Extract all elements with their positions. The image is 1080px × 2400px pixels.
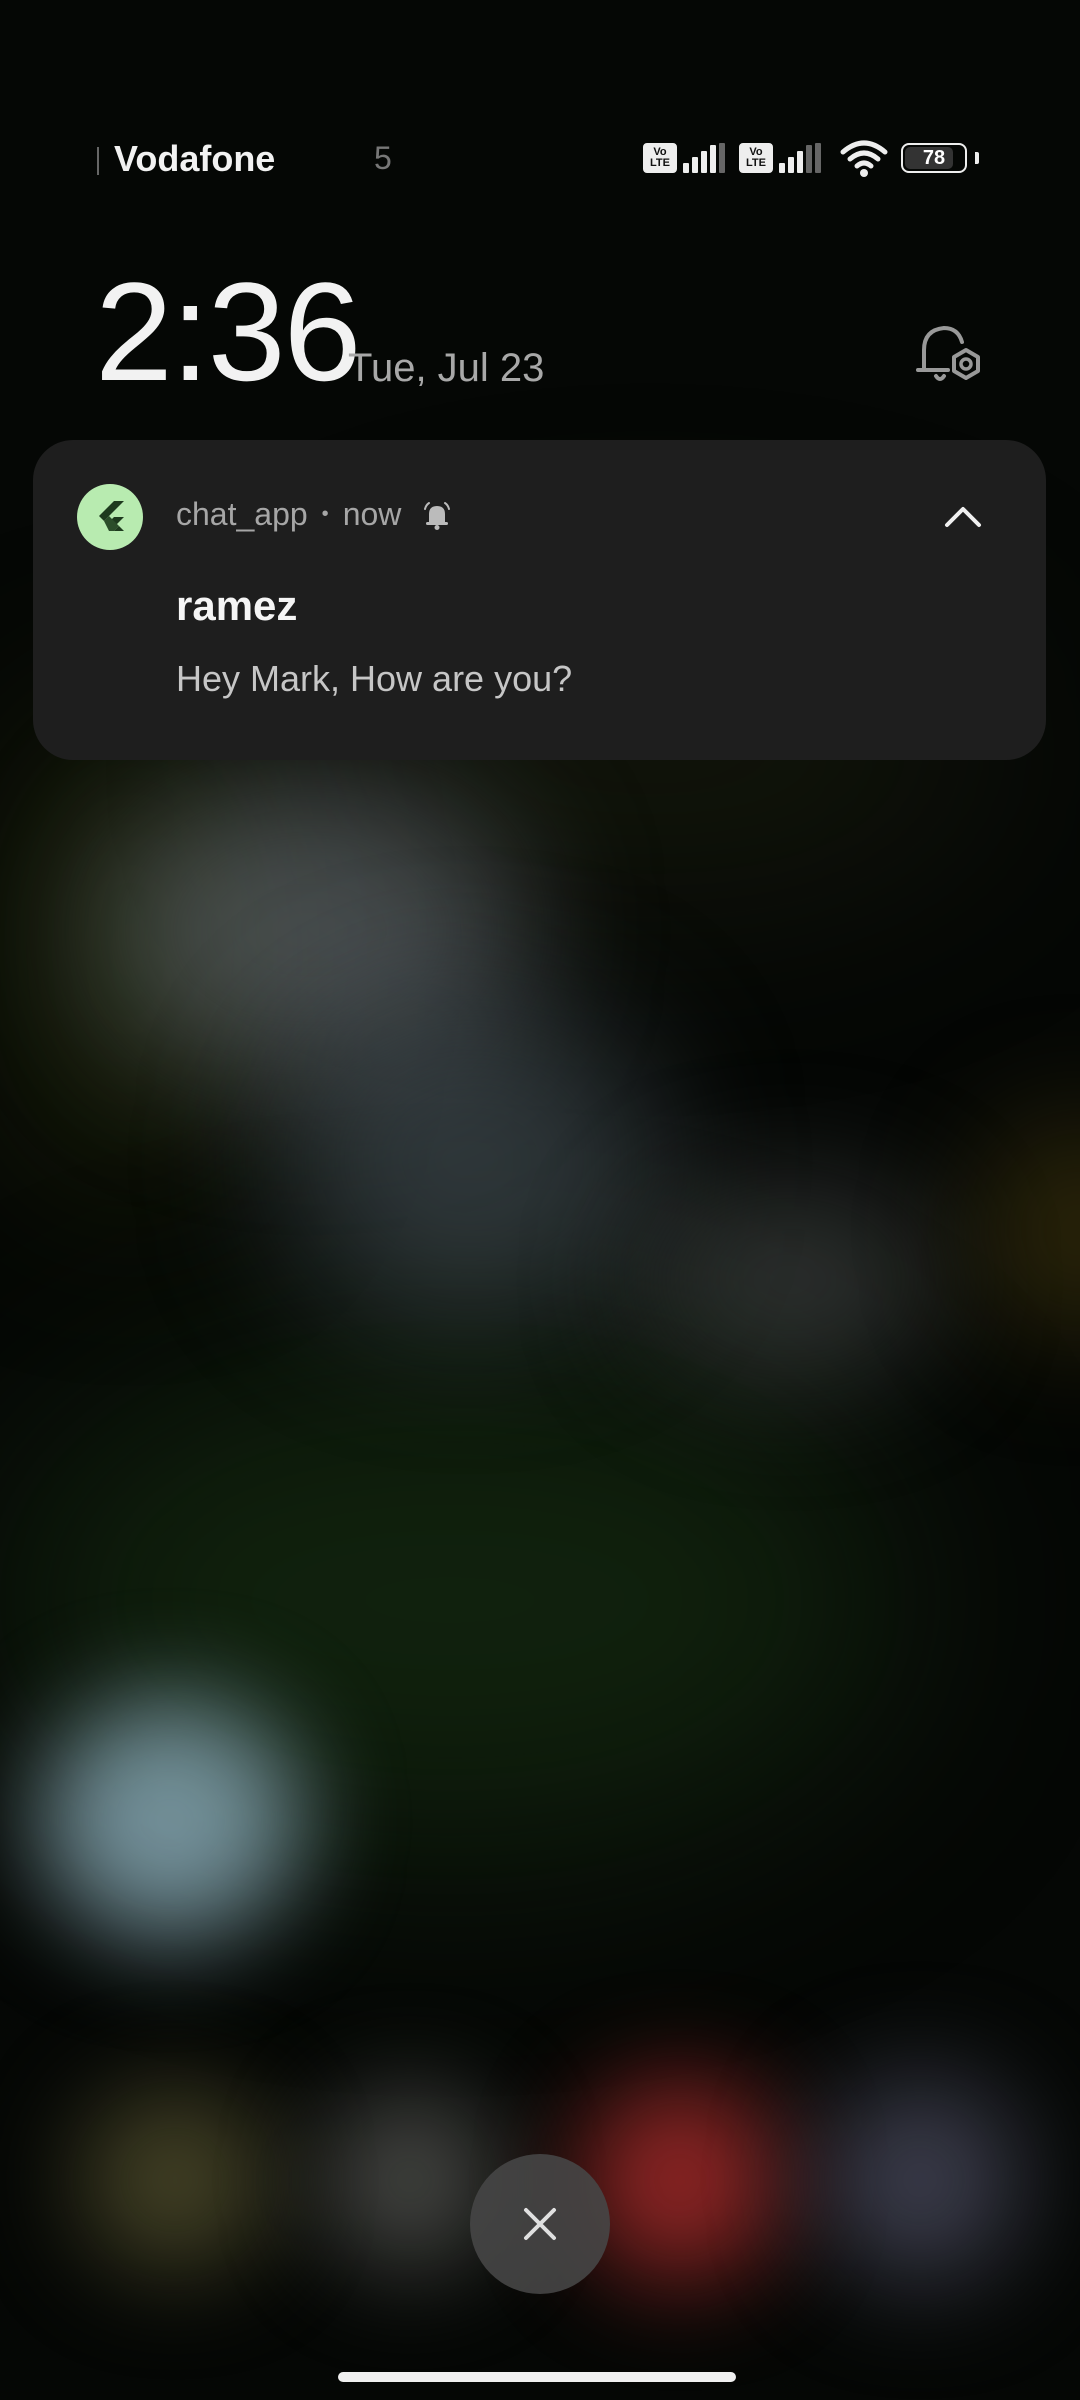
lock-date: Tue, Jul 23 (348, 346, 545, 390)
signal-icon (779, 143, 821, 173)
battery-level: 78 (922, 146, 946, 169)
notification-meta: chat_app • now (176, 496, 453, 533)
volte-icon: Vo LTE (739, 143, 773, 173)
notification-message: Hey Mark, How are you? (176, 658, 573, 699)
wallpaper-blur (980, 1120, 1080, 1340)
status-icons: Vo LTE Vo LTE 78 (643, 140, 979, 177)
carrier-name: Vodafone (114, 138, 276, 179)
app-name: chat_app (176, 496, 308, 532)
collapse-button[interactable] (933, 486, 993, 546)
flutter-icon (77, 484, 143, 550)
lock-screen: Vodafone 5 Vo LTE Vo LTE 78 2:36 Tue, Ju… (0, 0, 1080, 2400)
volte-label: LTE (746, 157, 766, 169)
wallpaper-blur (40, 1700, 300, 1940)
meta-separator: • (321, 503, 329, 525)
status-bar: Vodafone 5 Vo LTE Vo LTE 78 (0, 0, 1080, 200)
chevron-up-icon (945, 507, 981, 527)
wallpaper-blur (820, 2080, 1020, 2280)
carrier-divider (97, 147, 99, 175)
battery-icon: 78 (901, 143, 967, 173)
home-indicator[interactable] (338, 2372, 736, 2382)
lock-clock: 2:36 (95, 253, 361, 410)
wallpaper-blur (280, 1000, 660, 1320)
notification-title: ramez (176, 582, 298, 629)
wallpaper-blur (640, 1180, 940, 1380)
wallpaper-blur (580, 2080, 780, 2280)
close-icon (524, 2208, 556, 2240)
wifi-icon (840, 140, 888, 177)
notification-card[interactable]: chat_app • now ramez Hey Mark, How are y… (33, 440, 1046, 760)
volte-icon: Vo LTE (643, 143, 677, 173)
volte-label: LTE (650, 157, 670, 169)
flutter-logo (99, 501, 124, 531)
notification-time: now (342, 496, 402, 532)
signal-icon (683, 143, 725, 173)
network-type: 5 (374, 140, 392, 176)
clear-notifications-button[interactable] (470, 2154, 610, 2294)
wallpaper-blur (80, 2090, 270, 2270)
battery-tip (975, 152, 979, 164)
bell-ringing-icon (424, 501, 451, 530)
notification-settings-icon[interactable] (914, 320, 984, 392)
